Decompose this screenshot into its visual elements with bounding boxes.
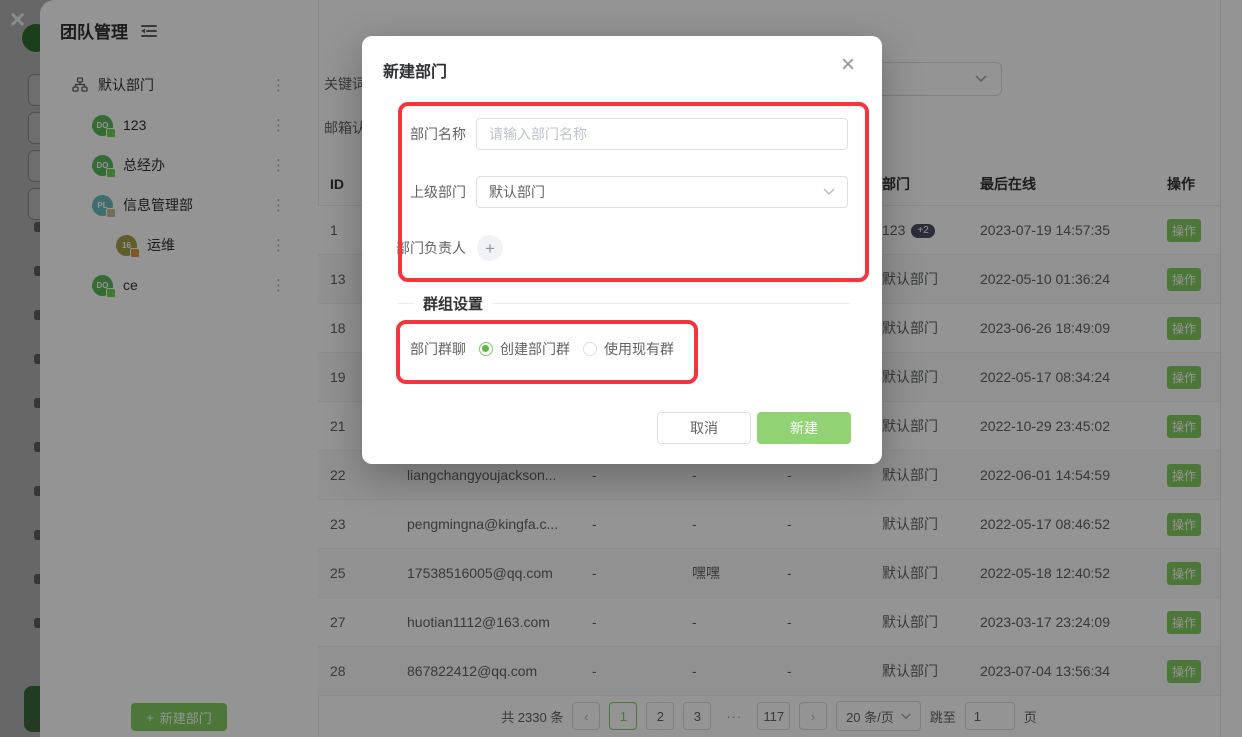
- group-chat-row: 部门群聊 创建部门群 使用现有群: [362, 339, 882, 359]
- group-chat-label: 部门群聊: [362, 339, 466, 359]
- radio-create-group[interactable]: 创建部门群: [479, 339, 570, 359]
- radio-icon: [583, 342, 597, 356]
- screen: × 团队管理: [0, 0, 1242, 737]
- add-leader-button[interactable]: +: [477, 235, 503, 261]
- radio-use-existing-group[interactable]: 使用现有群: [583, 339, 674, 359]
- parent-department-select[interactable]: 默认部门: [476, 176, 848, 208]
- chevron-down-icon: [823, 188, 835, 196]
- department-leader-label: 部门负责人: [362, 232, 466, 264]
- cancel-button[interactable]: 取消: [657, 412, 751, 444]
- create-button[interactable]: 新建: [757, 412, 851, 444]
- group-settings-section: 群组设置: [398, 293, 850, 314]
- department-name-label: 部门名称: [362, 118, 466, 150]
- parent-department-label: 上级部门: [362, 176, 466, 208]
- new-department-modal: 新建部门 × 部门名称 上级部门 默认部门 部门负责人 + 群组设置 部门群聊 …: [362, 36, 882, 464]
- radio-icon: [479, 342, 493, 356]
- section-title: 群组设置: [423, 293, 483, 314]
- close-icon[interactable]: ×: [841, 53, 855, 77]
- department-name-input[interactable]: [476, 118, 848, 150]
- modal-title: 新建部门: [383, 58, 447, 82]
